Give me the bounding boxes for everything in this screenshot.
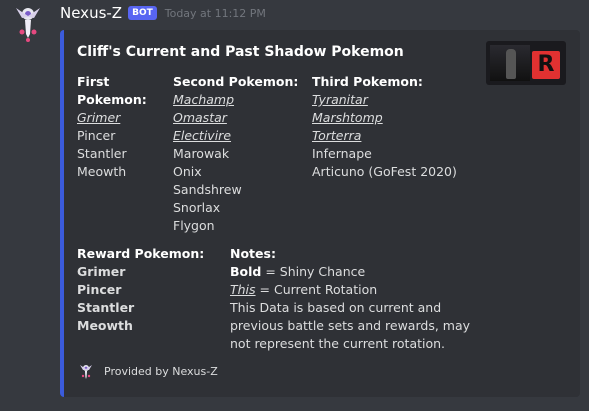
bold-key: Bold (230, 264, 262, 279)
field-name: Third Pokemon: (312, 74, 423, 89)
this-key: This (230, 282, 256, 297)
reward-entry: Stantler (77, 300, 135, 315)
note-line: This = Current Rotation (230, 281, 470, 299)
note-line: not represent the current rotation. (230, 336, 446, 351)
pokemon-entry: Electivire (173, 128, 232, 143)
field-second-pokemon: Second Pokemon: Machamp Omastar Electivi… (173, 73, 313, 235)
field-first-pokemon: First Pokemon: Grimer Pincer Stantler Me… (77, 73, 177, 181)
team-rocket-logo-icon: R (532, 51, 560, 79)
field-values: Tyranitar Marshtomp Torterra Infernape A… (312, 91, 512, 181)
this-desc: = Current Rotation (255, 282, 378, 297)
pokemon-entry: Flygon (173, 218, 215, 233)
embed-card: Cliff's Current and Past Shadow Pokemon … (60, 30, 580, 397)
field-notes: Notes: Bold = Shiny Chance This = Curren… (230, 245, 470, 353)
embed-footer: Provided by Nexus-Z (77, 362, 218, 380)
field-name: Second Pokemon: (173, 74, 299, 89)
pokemon-entry: Omastar (173, 110, 227, 125)
footer-text: Provided by Nexus-Z (104, 364, 218, 378)
pokemon-entry: Marshtomp (312, 110, 383, 125)
reward-entry: Grimer (77, 264, 126, 279)
field-third-pokemon: Third Pokemon: Tyranitar Marshtomp Torte… (312, 73, 512, 181)
nexus-z-footer-icon (80, 365, 92, 379)
pokemon-entry: Snorlax (173, 200, 221, 215)
bot-badge: BOT (128, 6, 157, 20)
pokemon-entry: Infernape (312, 146, 372, 161)
bold-desc: = Shiny Chance (261, 264, 366, 279)
reward-entry: Meowth (77, 318, 133, 333)
reward-entry: Pincer (77, 282, 122, 297)
pokemon-entry: Sandshrew (173, 182, 242, 197)
pokemon-entry: Pincer (77, 128, 116, 143)
pokemon-entry: Marowak (173, 146, 230, 161)
pokemon-entry: Torterra (312, 128, 362, 143)
field-name: First Pokemon: (77, 74, 147, 107)
message-header: Nexus-Z BOT Today at 11:12 PM (60, 3, 266, 23)
pokemon-entry: Grimer (77, 110, 121, 125)
bot-avatar[interactable] (8, 0, 48, 44)
username[interactable]: Nexus-Z (60, 4, 122, 22)
message-timestamp: Today at 11:12 PM (164, 6, 266, 20)
field-values: Grimer Pincer Stantler Meowth (77, 263, 237, 335)
field-name: Reward Pokemon: (77, 246, 205, 261)
pokemon-entry: Machamp (173, 92, 235, 107)
pokemon-entry: Tyranitar (312, 92, 368, 107)
embed-title: Cliff's Current and Past Shadow Pokemon (77, 44, 404, 60)
pokemon-entry: Meowth (77, 164, 127, 179)
field-values: Bold = Shiny Chance This = Current Rotat… (230, 263, 470, 353)
pokemon-entry: Articuno (GoFest 2020) (312, 164, 457, 179)
field-reward-pokemon: Reward Pokemon: Grimer Pincer Stantler M… (77, 245, 237, 335)
field-name: Notes: (230, 246, 276, 261)
field-values: Grimer Pincer Stantler Meowth (77, 109, 177, 181)
note-line: previous battle sets and rewards, may (230, 318, 471, 333)
note-line: This Data is based on current and (230, 300, 442, 315)
nexus-z-avatar-icon (16, 8, 40, 42)
note-line: Bold = Shiny Chance (230, 263, 470, 281)
field-values: Machamp Omastar Electivire Marowak Onix … (173, 91, 313, 235)
pokemon-entry: Onix (173, 164, 202, 179)
pokemon-entry: Stantler (77, 146, 127, 161)
